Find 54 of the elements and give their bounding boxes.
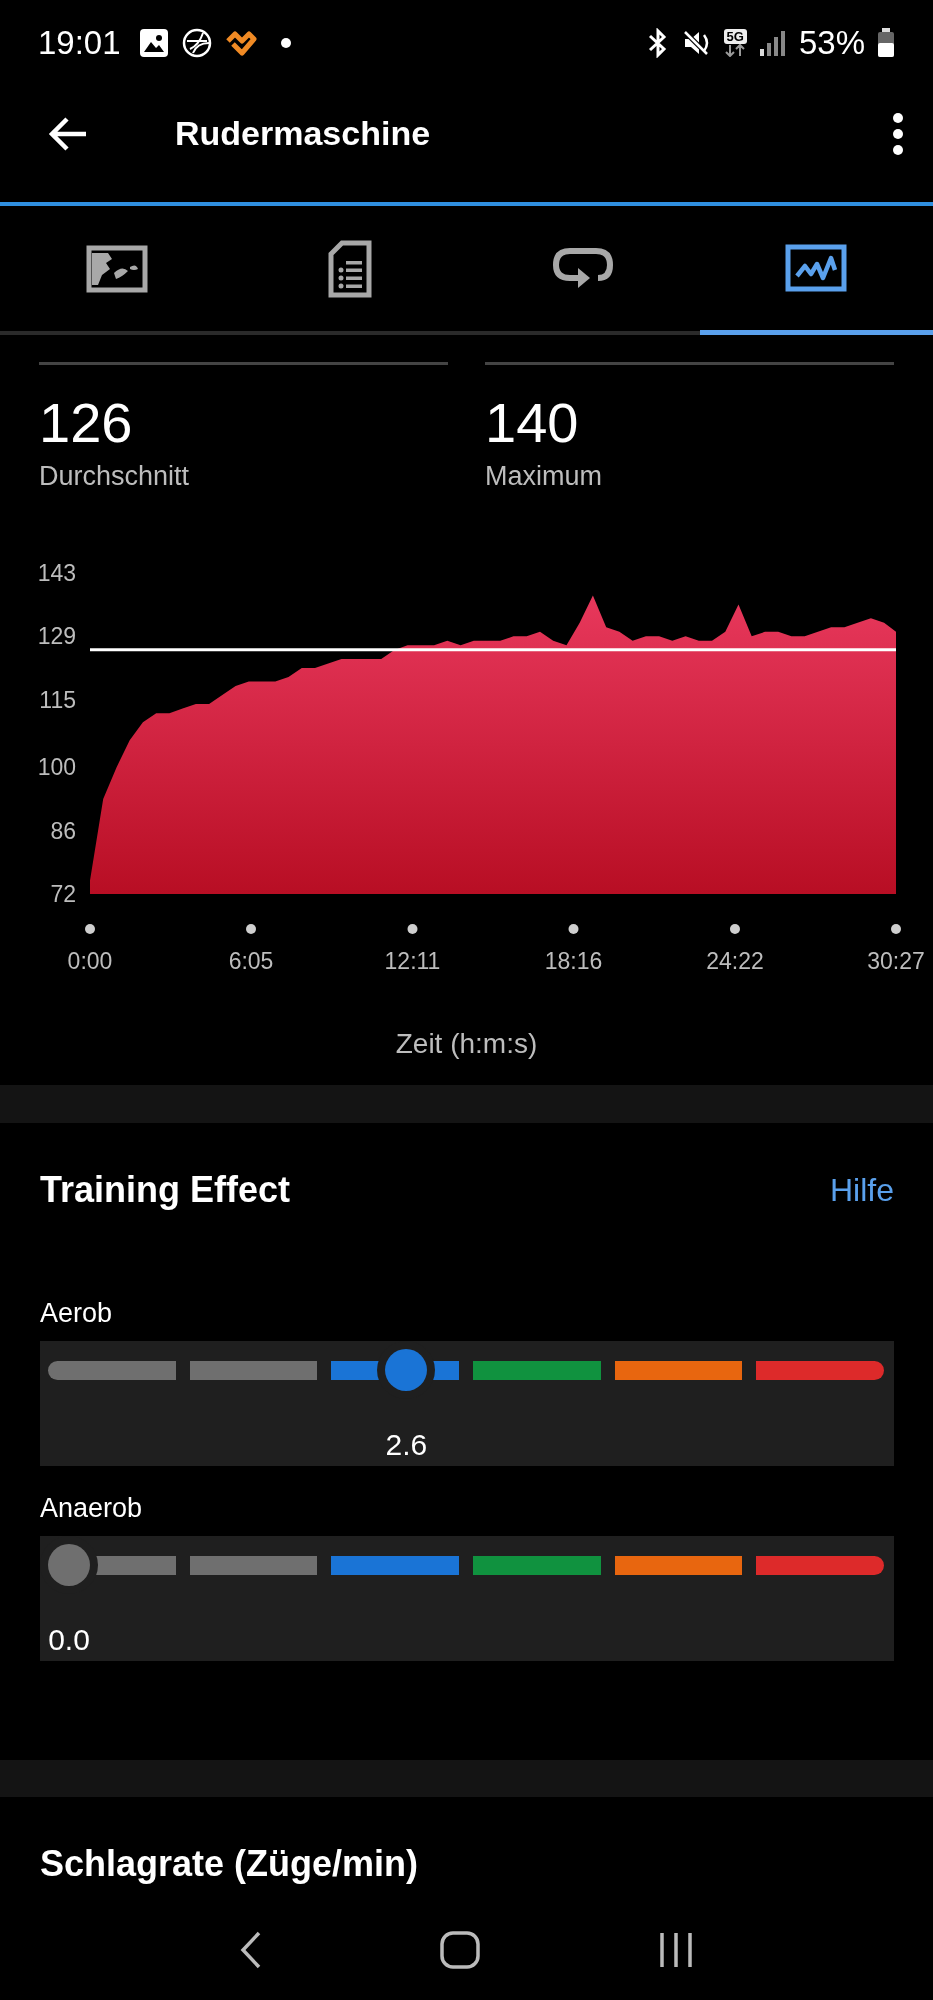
home-button[interactable]: [440, 1930, 481, 1970]
y-tick-label: 129: [37, 623, 76, 650]
zigzag-icon: [224, 28, 257, 57]
signal-icon: [758, 28, 787, 57]
stat-label: Maximum: [485, 461, 602, 492]
stat-value: 140: [485, 391, 579, 455]
tick-dot: [568, 924, 579, 934]
y-tick-label: 143: [37, 560, 76, 586]
x-tick-label: 24:22: [706, 948, 764, 974]
map-icon: [85, 244, 148, 293]
tick-dot: [891, 924, 901, 934]
data-arrows-icon: [724, 43, 747, 57]
x-tick-label: 30:27: [867, 948, 925, 974]
home-icon: [440, 1930, 481, 1970]
back-arrow-icon: [48, 115, 88, 152]
clock: 19:01: [38, 23, 121, 62]
y-tick-label: 115: [39, 686, 76, 713]
axis-title: Zeit (h:m:s): [395, 1027, 538, 1061]
document-icon: [327, 239, 372, 298]
recents-button[interactable]: [658, 1930, 695, 1970]
tick-dot: [85, 924, 95, 934]
tick-dot: [730, 924, 740, 934]
tick-dot: [246, 924, 256, 934]
section-title: Training Effect: [40, 1169, 291, 1211]
tick-dot: [407, 924, 418, 934]
meter-label: Aerob: [40, 1297, 113, 1330]
meter-value: 0.0: [48, 1622, 90, 1658]
help-link[interactable]: Hilfe: [830, 1171, 894, 1209]
back-chevron-icon: [238, 1930, 263, 1970]
more-button[interactable]: [891, 112, 905, 155]
y-tick-label: 72: [50, 881, 76, 907]
network-badge: 5G: [723, 28, 747, 44]
recents-icon: [658, 1930, 695, 1970]
battery-icon: [877, 27, 895, 58]
nav-back-button[interactable]: [238, 1930, 263, 1970]
stat-label: Durchschnitt: [39, 461, 190, 492]
x-tick-label: 0:00: [67, 948, 113, 974]
y-tick-label: 86: [50, 817, 76, 844]
globe-icon: [180, 26, 213, 59]
chart-icon: [785, 244, 848, 292]
x-tick-label: 12:11: [384, 948, 441, 974]
y-tick-label: 100: [37, 754, 76, 781]
x-tick-label: 6:05: [228, 948, 274, 974]
back-button[interactable]: [48, 115, 88, 152]
meter-label: Anaerob: [40, 1492, 143, 1525]
gallery-icon: [138, 27, 169, 58]
section-title: Schlagrate (Züge/min): [40, 1843, 419, 1884]
meter-value: 2.6: [385, 1427, 428, 1463]
dot-icon: [280, 37, 291, 48]
page-title: Rudermaschine: [175, 114, 432, 153]
more-icon: [891, 112, 905, 155]
x-tick-label: 18:16: [544, 948, 603, 974]
battery-percent: 53%: [798, 23, 865, 62]
stat-value: 126: [39, 391, 133, 455]
